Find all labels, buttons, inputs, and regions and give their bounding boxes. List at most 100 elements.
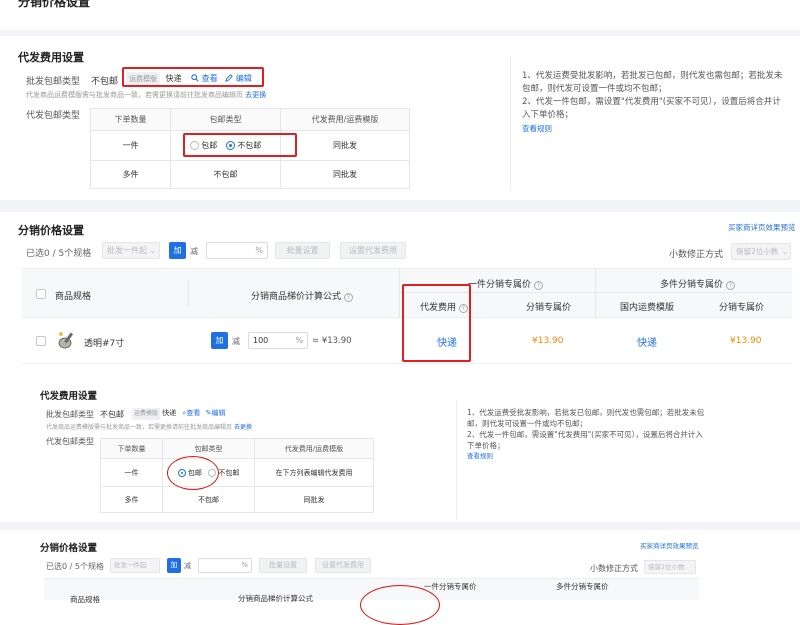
template-value-2: 快递 (162, 409, 177, 417)
highlight-box-fee (402, 284, 471, 362)
rules-note-2: 1、代发运费受批发影响，若批发已包邮，则代发也需包邮；若批发未包邮，则代发可设置… (467, 407, 707, 462)
template-hint-2: 代发商品运费模版需与批发商品一致，若需更换请前往批发商品编辑页 去更换 (46, 422, 252, 431)
preview-link[interactable]: 买家商详页效果预览 (728, 222, 796, 233)
hint-text-2: 代发商品运费模版需与批发商品一致，若需更换请前往批发商品编辑页 (46, 424, 233, 431)
template-tag-2: 运费模版 (132, 408, 161, 420)
divider-2 (456, 400, 457, 520)
row-percent-value: 100 (253, 336, 269, 345)
hint-text: 代发商品运费模版需与批发商品一致，若需更换请前往批发商品编辑页 (26, 91, 243, 99)
seg-add[interactable]: 加 (169, 242, 186, 259)
row-checkbox[interactable] (36, 336, 46, 346)
change-template-link[interactable]: 去更换 (245, 91, 266, 99)
row-seg-sub[interactable]: 减 (232, 336, 240, 347)
section-gap (0, 200, 800, 212)
section-gap (0, 30, 800, 36)
batch-set-button[interactable]: 批量设置 (275, 242, 330, 259)
highlight-box-radio (183, 133, 297, 157)
wholesale-type-label-2: 批发包邮类型 (46, 410, 94, 419)
pct-suffix-2: % (241, 561, 248, 569)
preview-link-2[interactable]: 买家商详页效果预览 (640, 540, 699, 550)
set-fee-button-2[interactable]: 设置代发费用 (315, 558, 371, 573)
pct-suffix: % (295, 336, 303, 345)
template-row-2: 运费模版 快递 ⌕查看 ✎编辑 (132, 407, 226, 420)
batch-set-button-2[interactable]: 批量设置 (259, 558, 307, 573)
decimal-value-2: 保留2位小数 (648, 563, 685, 571)
group-multi: 多件分销专属价 ? (660, 277, 735, 290)
th-qty-2: 下单数量 (100, 438, 163, 459)
row-tpl-link[interactable]: 快递 (637, 334, 657, 349)
row2-fee: 同批发 (280, 160, 410, 189)
col-price1: 分销专属价 (526, 303, 572, 313)
row-price2: ¥13.90 (730, 336, 762, 346)
col-sep (595, 268, 596, 318)
decimal-label-2: 小数修正方式 (590, 564, 638, 573)
note-1-2: 1、代发运费受批发影响，若批发已包邮，则代发也需包邮；若批发未包邮，则代发可设置… (467, 408, 705, 428)
row-price1: ¥13.90 (532, 336, 564, 346)
col-sep (188, 280, 189, 306)
help-icon: ? (725, 281, 735, 290)
pct-suffix: % (255, 246, 263, 255)
section-gap-2 (0, 522, 800, 530)
batch-select-2[interactable]: 批发一件起 (110, 558, 160, 573)
th-qty: 下单数量 (90, 108, 171, 131)
edit-template-link-2[interactable]: ✎编辑 (206, 409, 226, 417)
seg-add-2[interactable]: 加 (167, 558, 181, 573)
th-type: 包邮类型 (170, 108, 281, 131)
set-fee-button[interactable]: 设置代发费用 (340, 242, 406, 259)
seg-sub-2[interactable]: 减 (184, 561, 191, 571)
dropship-table-2: 下单数量 包邮类型 代发费用/运费模版 一件 包邮 不包邮 在下方列表编辑代发费… (100, 438, 374, 513)
dropship-type-label-2: 代发包邮类型 (46, 437, 94, 446)
batch-percent-input-2[interactable]: % (198, 558, 252, 573)
group-single-label: 一件分销专属价 (468, 280, 532, 290)
th-fee-2: 代发费用/运费模版 (254, 438, 374, 459)
th-fee: 代发费用/运费模版 (280, 108, 410, 131)
divider (510, 55, 511, 190)
group-multi-label: 多件分销专属价 (660, 280, 724, 290)
decimal-select[interactable]: 保留2位小数 ⌄ (731, 243, 791, 260)
col-price2: 分销专属价 (719, 303, 765, 313)
col-formula: 分销商品梯价计算公式 ? (251, 289, 353, 302)
selected-count-2: 已选0 / 5个规格 (46, 562, 104, 571)
row-spec: 透明#7寸 (84, 339, 125, 349)
view-label-2: 查看 (186, 409, 201, 417)
row2-type-2: 不包邮 (162, 486, 255, 513)
group-single-2: 一件分销专属价 (424, 582, 477, 591)
top-cut-title: 分销价格设置 (18, 0, 91, 9)
radio-nofree-label-2: 不包邮 (218, 468, 240, 477)
highlight-box-template (122, 67, 264, 87)
wholesale-type-label: 批发包邮类型 (26, 77, 81, 87)
col-formula-2: 分销商品梯价计算公式 (238, 594, 313, 603)
product-thumbnail (55, 328, 79, 352)
batch-select[interactable]: 批发一件起 ⌄ (102, 242, 160, 259)
rules-note: 1、代发运费受批发影响，若批发已包邮，则代发也需包邮；若批发未包邮，则代发可设置… (522, 70, 787, 135)
view-template-link-2[interactable]: ⌕查看 (182, 409, 200, 417)
batch-select-value: 批发一件起 (107, 246, 147, 255)
row2-qty: 多件 (90, 160, 171, 189)
change-template-link-2[interactable]: 去更换 (234, 424, 252, 431)
seg-sub[interactable]: 减 (190, 246, 198, 257)
wholesale-type-value-2: 不包邮 (100, 410, 124, 419)
chevron-down-icon: ⌄ (781, 247, 788, 256)
col-spec: 商品规格 (55, 292, 92, 302)
row1-fee-2: 在下方列表编辑代发费用 (254, 458, 374, 487)
view-rules-link-2[interactable]: 查看规则 (467, 451, 707, 462)
note-1: 1、代发运费受批发影响，若批发已包邮，则代发也需包邮；若批发未包邮，则代发可设置… (522, 71, 783, 94)
select-all-checkbox[interactable] (36, 289, 46, 299)
row-result: = ¥13.90 (312, 336, 352, 346)
price-settings-title-2: 分销价格设置 (40, 543, 98, 554)
th-type-2: 包邮类型 (162, 438, 255, 459)
col-tpl: 国内运费模版 (620, 303, 675, 313)
row2-type: 不包邮 (170, 160, 281, 189)
help-icon: ? (343, 293, 353, 302)
row1-fee: 同批发 (280, 130, 410, 161)
view-rules-link[interactable]: 查看规则 (522, 122, 787, 135)
col-sep (399, 268, 400, 318)
batch-select-value-2: 批发一件起 (114, 561, 147, 569)
selected-count: 已选0 / 5个规格 (26, 249, 92, 259)
note-2: 2、代发一件包邮，需设置"代发费用"(买家不可见），设置后将合并计入下单价格； (522, 97, 781, 120)
decimal-select-2[interactable]: 保留2位小数 (644, 560, 696, 574)
note-2-2: 2、代发一件包邮，需设置"代发费用"(买家不可见），设置后将合并计入下单价格； (467, 430, 703, 450)
row-seg-add[interactable]: 加 (211, 332, 228, 349)
batch-percent-input[interactable]: % (206, 242, 268, 259)
row-percent-input[interactable]: 100% (248, 332, 308, 349)
